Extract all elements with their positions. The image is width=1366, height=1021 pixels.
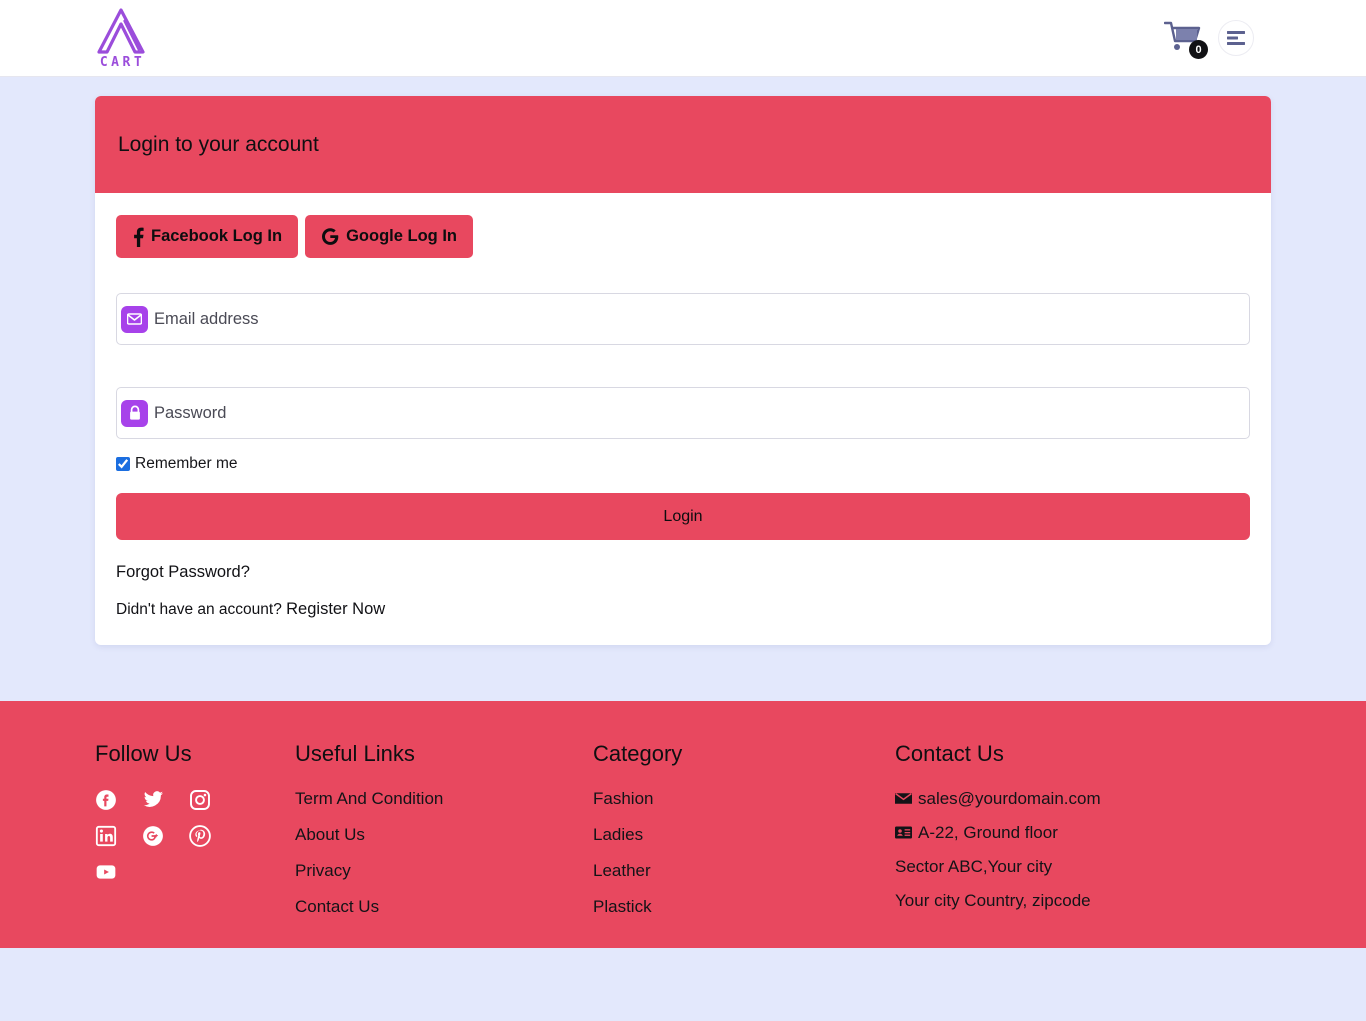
menu-button[interactable]: [1218, 20, 1254, 56]
footer-category-fashion[interactable]: Fashion: [593, 789, 895, 809]
twitter-icon[interactable]: [142, 789, 164, 811]
remember-me-label[interactable]: Remember me: [135, 455, 238, 473]
footer-column-category: Category Fashion Ladies Leather Plastick: [593, 741, 895, 933]
footer-link-about-us[interactable]: About Us: [295, 825, 593, 845]
address-card-icon: [895, 826, 912, 839]
brand-name: CART: [99, 55, 146, 70]
password-input[interactable]: [148, 403, 1249, 423]
envelope-icon: [895, 792, 912, 804]
facebook-login-label: Facebook Log In: [151, 227, 283, 245]
footer-category-ladies[interactable]: Ladies: [593, 825, 895, 845]
register-prompt-text: Didn't have an account?: [116, 601, 282, 618]
login-button[interactable]: Login: [116, 493, 1250, 540]
email-field-wrapper: [116, 293, 1250, 345]
footer-column-follow-us: Follow Us: [95, 741, 295, 933]
hamburger-menu-icon: [1227, 31, 1245, 45]
social-icons-grid: [95, 789, 295, 883]
footer-link-term-and-condition[interactable]: Term And Condition: [295, 789, 593, 809]
facebook-icon[interactable]: [95, 789, 117, 811]
youtube-icon[interactable]: [95, 861, 117, 883]
footer-category-plastick[interactable]: Plastick: [593, 897, 895, 917]
footer-columns: Follow Us Useful Links Term And Conditio…: [95, 741, 1271, 933]
category-title: Category: [593, 741, 683, 766]
follow-us-title: Follow Us: [95, 741, 192, 766]
cart-count-badge: 0: [1189, 40, 1208, 59]
navbar-actions: 0: [1163, 20, 1254, 59]
footer-link-contact-us[interactable]: Contact Us: [295, 897, 593, 917]
page-title: Login to your account: [118, 132, 319, 156]
contact-us-title: Contact Us: [895, 741, 1004, 766]
remember-me-checkbox[interactable]: [116, 457, 130, 471]
facebook-login-button[interactable]: Facebook Log In: [116, 215, 299, 258]
facebook-f-icon: [134, 227, 144, 247]
google-g-icon: [322, 228, 339, 245]
contact-address-line-1: A-22, Ground floor: [918, 823, 1058, 842]
email-input[interactable]: [148, 309, 1249, 329]
login-card-header: Login to your account: [95, 96, 1271, 193]
login-card: Login to your account Facebook Log In Go…: [95, 96, 1271, 645]
login-card-body: Facebook Log In Google Log In Email addr…: [95, 193, 1271, 645]
linkedin-icon[interactable]: [95, 825, 117, 847]
contact-address-row-3: Your city Country, zipcode: [895, 891, 1271, 911]
contact-address-line-2: Sector ABC,Your city: [895, 857, 1053, 876]
useful-links-title: Useful Links: [295, 741, 415, 766]
lock-icon: [121, 399, 148, 427]
contact-email-row[interactable]: sales@yourdomain.com: [895, 789, 1271, 809]
envelope-icon: [121, 305, 148, 333]
contact-email-text: sales@yourdomain.com: [918, 789, 1101, 808]
top-navbar: CART 0: [0, 0, 1366, 77]
brand-logo[interactable]: CART: [95, 7, 147, 69]
a-logo-icon: [97, 8, 145, 54]
google-plus-icon[interactable]: [142, 825, 164, 847]
contact-address-row-2: Sector ABC,Your city: [895, 857, 1271, 877]
forgot-password-link[interactable]: Forgot Password?: [116, 563, 1250, 582]
footer-link-privacy[interactable]: Privacy: [295, 861, 593, 881]
footer-column-useful-links: Useful Links Term And Condition About Us…: [295, 741, 593, 933]
social-login-row: Facebook Log In Google Log In: [116, 215, 1250, 258]
contact-address-row: A-22, Ground floor: [895, 823, 1271, 843]
remember-me-row: Remember me: [116, 455, 1250, 473]
password-field-wrapper: [116, 387, 1250, 439]
register-now-link[interactable]: Register Now: [286, 600, 385, 618]
site-footer: Follow Us Useful Links Term And Conditio…: [0, 701, 1366, 948]
page-content: Login to your account Facebook Log In Go…: [0, 77, 1366, 645]
google-login-label: Google Log In: [346, 227, 457, 245]
register-prompt-row: Didn't have an account? Register Now: [116, 600, 1250, 619]
instagram-icon[interactable]: [189, 789, 211, 811]
google-login-button[interactable]: Google Log In: [305, 215, 473, 258]
pinterest-icon[interactable]: [189, 825, 211, 847]
footer-category-leather[interactable]: Leather: [593, 861, 895, 881]
cart-button[interactable]: 0: [1163, 20, 1208, 59]
contact-address-line-3: Your city Country, zipcode: [895, 891, 1091, 910]
footer-column-contact: Contact Us sales@yourdomain.com A-22, Gr…: [895, 741, 1271, 933]
